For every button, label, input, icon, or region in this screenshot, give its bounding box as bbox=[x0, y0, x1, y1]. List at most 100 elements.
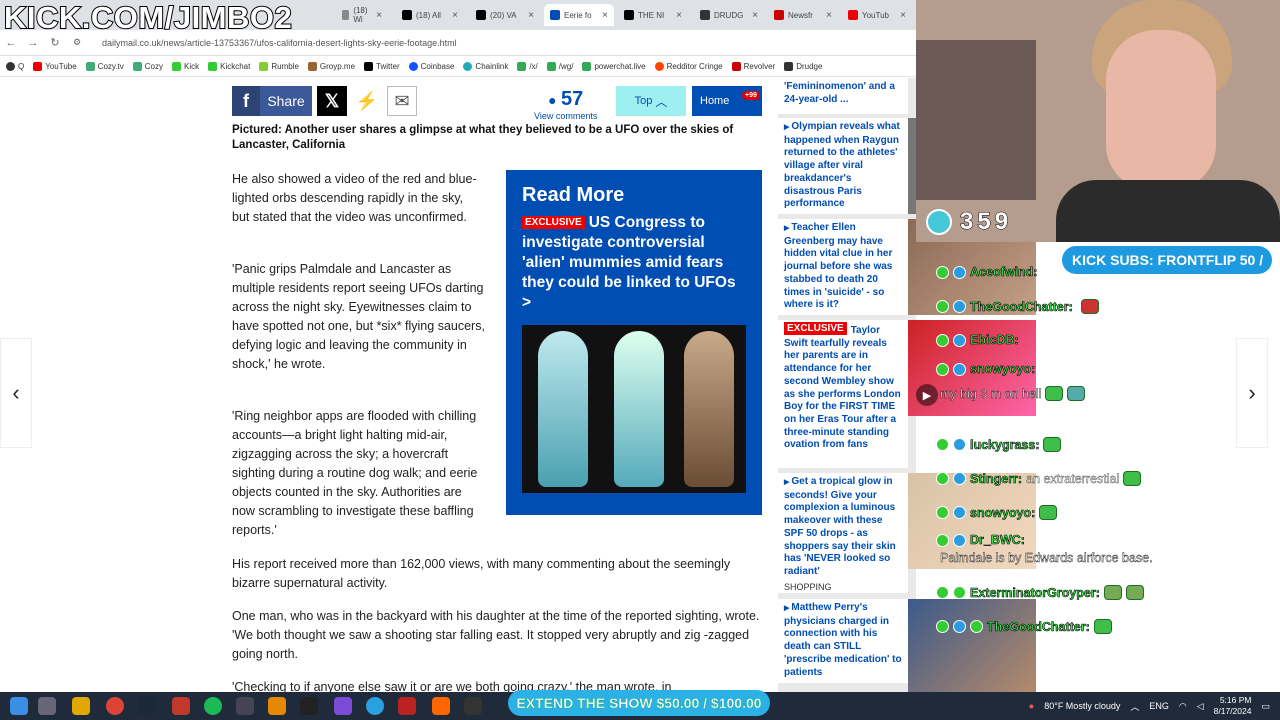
site-info-icon[interactable]: ⚙ bbox=[66, 37, 88, 48]
bookmark[interactable]: Groyp.me bbox=[307, 62, 355, 71]
app-icon[interactable] bbox=[236, 697, 254, 715]
emote-icon bbox=[1045, 386, 1064, 401]
browser-tab[interactable]: (18) Wi × bbox=[336, 4, 388, 26]
browser-tab[interactable]: YouTub × bbox=[842, 4, 912, 26]
read-more-box[interactable]: Read More EXCLUSIVE US Congress to invest… bbox=[506, 170, 762, 515]
close-tab-icon[interactable]: × bbox=[676, 10, 682, 21]
notification-icon[interactable]: ▭ bbox=[1261, 701, 1270, 712]
sidebar-story[interactable]: ▶ Matthew Perry's physicians charged in c… bbox=[778, 599, 908, 683]
app-icon[interactable] bbox=[398, 697, 416, 715]
chevron-up-icon[interactable]: ︿ bbox=[1130, 700, 1139, 713]
bookmark[interactable]: YouTube bbox=[33, 62, 77, 71]
triangle-icon: ▶ bbox=[784, 605, 790, 612]
file-explorer-icon[interactable] bbox=[72, 697, 90, 715]
sidebar-story[interactable]: EXCLUSIVE Taylor Swift tearfully reveals … bbox=[778, 320, 908, 468]
app-icon[interactable] bbox=[334, 697, 352, 715]
close-tab-icon[interactable]: × bbox=[602, 10, 608, 21]
badge-icon bbox=[936, 333, 949, 347]
app-icon[interactable] bbox=[172, 697, 190, 715]
app-icon[interactable] bbox=[366, 697, 384, 715]
clock[interactable]: 5:16 PM 8/17/2024 bbox=[1214, 695, 1252, 717]
spotify-icon[interactable] bbox=[204, 697, 222, 715]
bookmark-icon bbox=[132, 62, 142, 71]
sidebar-story[interactable]: ▶ Teacher Ellen Greenberg may have hidden… bbox=[778, 219, 908, 315]
bookmark[interactable]: Cozy bbox=[132, 62, 163, 71]
sidebar-story[interactable]: 'Femininomenon' and a 24-year-old ... bbox=[778, 78, 908, 114]
close-tab-icon[interactable]: × bbox=[752, 10, 758, 21]
tab-label: YouTub bbox=[862, 10, 889, 20]
close-tab-icon[interactable]: × bbox=[900, 10, 906, 21]
chrome-icon[interactable] bbox=[106, 697, 124, 715]
top-button[interactable]: Top ︿ bbox=[616, 86, 686, 116]
emote-icon bbox=[1123, 471, 1142, 486]
close-tab-icon[interactable]: × bbox=[826, 10, 832, 21]
bookmark[interactable]: Chainlink bbox=[463, 62, 508, 71]
language-indicator[interactable]: ENG bbox=[1149, 701, 1169, 711]
next-arrow-icon[interactable]: › bbox=[1236, 338, 1268, 448]
url-field[interactable]: dailymail.co.uk/news/article-13753367/uf… bbox=[102, 38, 457, 48]
app-icon[interactable] bbox=[268, 697, 286, 715]
top-label: Top bbox=[634, 95, 653, 107]
tab-label: Eerie fo bbox=[564, 10, 592, 20]
story-thumbnail[interactable] bbox=[908, 599, 1036, 692]
bookmark[interactable]: powerchat.live bbox=[582, 62, 646, 71]
bookmark[interactable]: Revolver bbox=[731, 62, 775, 71]
chat-username: snowyoyo: bbox=[970, 505, 1036, 520]
prev-arrow-icon[interactable]: ‹ bbox=[0, 338, 32, 448]
forward-icon[interactable]: → bbox=[22, 37, 44, 49]
chat-username: Dr_BWC: bbox=[970, 533, 1025, 548]
clock-date: 8/17/2024 bbox=[1213, 706, 1252, 716]
story-text: Taylor Swift tearfully reveals her paren… bbox=[784, 325, 901, 451]
windows-start-icon[interactable] bbox=[10, 697, 28, 715]
tab-label: DRUDG bbox=[714, 10, 744, 20]
bookmark[interactable]: Coinbase bbox=[408, 62, 454, 71]
bookmark[interactable]: Rumble bbox=[259, 62, 299, 71]
bookmark[interactable]: /x/ bbox=[517, 62, 538, 71]
browser-tab-active[interactable]: Eerie fo × bbox=[544, 4, 614, 26]
bookmark[interactable]: Twitter bbox=[364, 62, 400, 71]
reload-icon[interactable]: ↻ bbox=[44, 36, 66, 49]
bookmark[interactable]: Drudge bbox=[784, 62, 822, 71]
close-tab-icon[interactable]: × bbox=[452, 10, 458, 21]
newsfront-icon bbox=[774, 10, 784, 20]
bookmark[interactable]: Redditor Cringe bbox=[654, 62, 723, 71]
close-tab-icon[interactable]: × bbox=[528, 10, 534, 21]
steam-icon[interactable] bbox=[138, 697, 156, 715]
bookmark[interactable]: Kick bbox=[171, 62, 199, 71]
browser-tab[interactable]: (18) All × bbox=[396, 4, 464, 26]
x-share-button[interactable]: 𝕏 bbox=[317, 86, 347, 116]
bookmark[interactable]: Q bbox=[6, 62, 24, 71]
read-more-headline[interactable]: EXCLUSIVE US Congress to investigate cont… bbox=[522, 213, 746, 313]
task-view-icon[interactable] bbox=[38, 697, 56, 715]
bookmark[interactable]: /wg/ bbox=[546, 62, 573, 71]
bookmark[interactable]: Cozy.tv bbox=[85, 62, 124, 71]
badge-icon bbox=[936, 438, 949, 451]
share-label: Share bbox=[267, 93, 305, 109]
email-share-button[interactable]: ✉ bbox=[387, 86, 417, 116]
kick-icon bbox=[171, 62, 181, 71]
badge-icon bbox=[953, 506, 966, 519]
app-icon[interactable] bbox=[300, 697, 318, 715]
browser-tab[interactable]: THE NI × bbox=[618, 4, 688, 26]
story-thumbnail[interactable] bbox=[908, 118, 916, 214]
sidebar-story[interactable]: ▶ Get a tropical glow in seconds! Give yo… bbox=[778, 473, 908, 593]
bookmark[interactable]: Kickchat bbox=[208, 62, 250, 71]
brave-icon[interactable] bbox=[432, 697, 450, 715]
stream-watermark: KICK.COM/JIMBO2 bbox=[3, 0, 293, 36]
comments-link[interactable]: ● 57 View comments bbox=[534, 88, 597, 121]
facebook-share-button[interactable]: f Share bbox=[232, 86, 312, 116]
badge-icon bbox=[936, 265, 949, 279]
emote-icon bbox=[1125, 585, 1144, 600]
volume-icon[interactable]: ◁ bbox=[1197, 701, 1204, 712]
play-icon[interactable]: ▶ bbox=[916, 384, 938, 406]
browser-tab[interactable]: Newsfr × bbox=[768, 4, 838, 26]
weather-text[interactable]: 80°F Mostly cloudy bbox=[1044, 701, 1120, 711]
messenger-share-button[interactable]: ⚡ bbox=[352, 86, 382, 116]
browser-tab[interactable]: (20) VA × bbox=[470, 4, 540, 26]
browser-tab[interactable]: DRUDG × bbox=[694, 4, 764, 26]
wifi-icon[interactable]: ◠ bbox=[1179, 701, 1187, 712]
app-icon[interactable] bbox=[464, 697, 482, 715]
close-tab-icon[interactable]: × bbox=[376, 10, 382, 21]
back-icon[interactable]: ← bbox=[0, 37, 22, 49]
sidebar-story[interactable]: ▶ Olympian reveals what happened when Ray… bbox=[778, 118, 908, 214]
